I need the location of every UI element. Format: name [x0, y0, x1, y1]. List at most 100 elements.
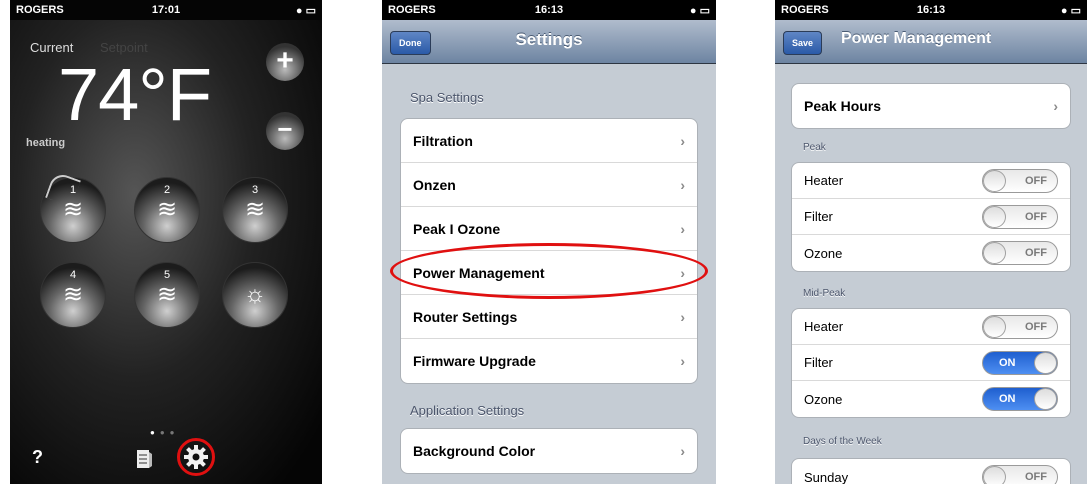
settings-item-filtration[interactable]: Filtration › — [401, 119, 697, 163]
jet-button-2[interactable]: 2 ≋ — [134, 177, 200, 243]
row-label: Heater — [804, 173, 844, 188]
row-label: Heater — [804, 319, 844, 334]
waves-icon: ≋ — [244, 196, 266, 223]
toggle-state: OFF — [1025, 320, 1047, 333]
toggle-state: OFF — [1025, 247, 1047, 259]
light-icon: ☼ — [244, 281, 266, 308]
status-bar: ROGERS 16:13 ● ▭ — [775, 0, 1087, 20]
chevron-right-icon: › — [680, 220, 685, 237]
page-title: Power Management — [841, 30, 992, 47]
midpeak-ozone-toggle[interactable]: ON — [982, 387, 1058, 411]
item-label: Background Color — [413, 443, 536, 459]
peak-filter-row: Filter OFF — [792, 199, 1070, 235]
jet-number: 3 — [251, 184, 259, 196]
peak-ozone-toggle[interactable]: OFF — [982, 241, 1058, 265]
midpeak-ozone-row: Ozone ON — [792, 381, 1070, 417]
clock: 16:13 — [534, 4, 564, 16]
jet-number: 1 — [69, 184, 77, 196]
item-label: Peak I Ozone — [413, 220, 501, 237]
status-bar: ROGERS 16:13 ● ▭ — [382, 0, 716, 20]
days-of-week-group: Sunday OFF — [791, 458, 1071, 484]
navigation-bar: Settings Done — [382, 20, 716, 64]
decrease-temp-button[interactable]: − — [266, 112, 304, 150]
help-button[interactable]: ? — [32, 447, 43, 468]
settings-item-router-settings[interactable]: Router Settings › — [401, 295, 697, 339]
sunday-toggle[interactable]: OFF — [982, 465, 1058, 484]
toggle-state: OFF — [1025, 174, 1047, 187]
waves-icon: ≋ — [156, 281, 178, 308]
jet-number: 4 — [69, 269, 77, 281]
peak-heater-toggle[interactable]: OFF — [982, 168, 1058, 193]
jet-number: 5 — [163, 269, 171, 281]
carrier-label: ROGERS — [16, 4, 64, 16]
status-bar: ROGERS 17:01 ● ▭ — [10, 0, 322, 20]
peak-hours-group: Peak Hours › — [791, 83, 1071, 129]
increase-temp-button[interactable]: + — [266, 43, 304, 81]
row-label: Filter — [804, 355, 833, 370]
toggle-state: ON — [999, 356, 1016, 369]
done-button[interactable]: Done — [390, 31, 431, 55]
battery-icon: ● ▭ — [295, 4, 316, 17]
chevron-right-icon: › — [680, 308, 685, 325]
settings-item-firmware-upgrade[interactable]: Firmware Upgrade › — [401, 339, 697, 383]
jet-number: 2 — [163, 184, 171, 196]
chevron-right-icon: › — [680, 176, 685, 193]
jet-button-4[interactable]: 4 ≋ — [40, 262, 106, 328]
carrier-label: ROGERS — [388, 4, 436, 16]
settings-item-onzen[interactable]: Onzen › — [401, 163, 697, 207]
peak-filter-toggle[interactable]: OFF — [982, 204, 1058, 229]
item-label: Filtration — [413, 132, 473, 149]
page-indicator: ●●● — [150, 428, 180, 437]
toggle-knob — [983, 466, 1006, 484]
navigation-bar: Power Management Save — [775, 20, 1087, 64]
chevron-right-icon: › — [680, 132, 685, 149]
toggle-knob — [983, 242, 1006, 264]
waves-icon: ≋ — [62, 196, 84, 223]
toggle-knob — [1034, 351, 1057, 374]
row-label: Ozone — [804, 391, 843, 407]
row-label: Ozone — [804, 245, 843, 261]
toggle-knob — [983, 315, 1006, 338]
application-settings-group: Background Color › — [400, 428, 698, 474]
page-title: Settings — [515, 30, 583, 49]
item-label: Router Settings — [413, 308, 518, 325]
save-button[interactable]: Save — [783, 31, 823, 55]
item-label: Onzen — [413, 176, 456, 193]
section-header-application-settings: Application Settings — [410, 403, 525, 418]
midpeak-filter-toggle[interactable]: ON — [982, 350, 1058, 375]
power-management-screen: ROGERS 16:13 ● ▭ Power Management Save P… — [775, 0, 1087, 484]
section-header-mid-peak: Mid-Peak — [803, 288, 846, 299]
item-label: Firmware Upgrade — [413, 353, 536, 369]
carrier-label: ROGERS — [781, 4, 829, 16]
peak-group: Heater OFF Filter OFF Ozone OFF — [791, 162, 1071, 272]
row-label: Sunday — [804, 469, 849, 484]
main-control-screen: ROGERS 17:01 ● ▭ Current Setpoint 74°F +… — [10, 0, 322, 484]
chevron-right-icon: › — [680, 353, 685, 369]
clock: 16:13 — [916, 4, 946, 16]
chevron-right-icon: › — [680, 443, 685, 459]
battery-icon: ● ▭ — [1060, 4, 1081, 17]
settings-button[interactable] — [177, 438, 215, 476]
toggle-knob — [983, 169, 1006, 192]
peak-hours-item[interactable]: Peak Hours › — [792, 84, 1070, 128]
mid-peak-group: Heater OFF Filter ON Ozone ON — [791, 308, 1071, 418]
settings-item-background-color[interactable]: Background Color › — [401, 429, 697, 473]
sunday-row: Sunday OFF — [792, 459, 1070, 484]
section-header-days-of-week: Days of the Week — [803, 436, 882, 447]
light-button[interactable]: ☼ — [222, 262, 288, 328]
settings-screen: ROGERS 16:13 ● ▭ Settings Done Spa Setti… — [382, 0, 716, 484]
toggle-state: ON — [999, 393, 1016, 405]
highlight-annotation — [390, 243, 708, 299]
midpeak-heater-toggle[interactable]: OFF — [982, 314, 1058, 339]
toggle-state: OFF — [1025, 210, 1047, 223]
midpeak-heater-row: Heater OFF — [792, 309, 1070, 345]
jet-button-1[interactable]: 1 ≋ — [40, 177, 106, 243]
document-icon[interactable] — [133, 448, 155, 470]
jet-button-3[interactable]: 3 ≋ — [222, 177, 288, 243]
chevron-right-icon: › — [1053, 98, 1058, 114]
temperature-readout: 74°F — [58, 53, 212, 136]
peak-ozone-row: Ozone OFF — [792, 235, 1070, 271]
toggle-state: OFF — [1025, 471, 1047, 483]
jet-button-5[interactable]: 5 ≋ — [134, 262, 200, 328]
midpeak-filter-row: Filter ON — [792, 345, 1070, 381]
